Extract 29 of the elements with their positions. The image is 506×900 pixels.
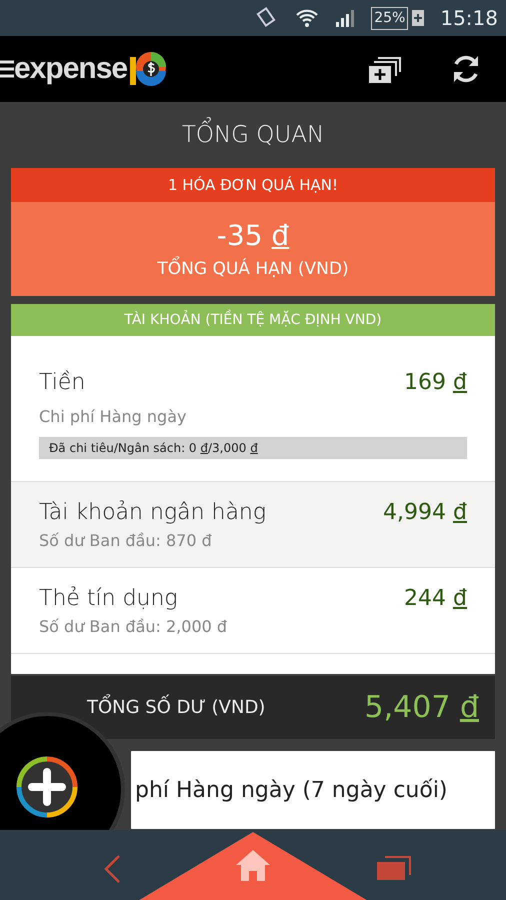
accounts-header: TÀI KHOẢN (TIỀN TỆ MẶC ĐỊNH VND) — [124, 310, 382, 330]
overdue-header: 1 HÓA ĐƠN QUÁ HẠN! — [168, 174, 338, 196]
account-subtitle: Chi phí Hàng ngày — [39, 406, 188, 428]
clock-time: 15:18 — [440, 5, 498, 32]
battery-level: 25% — [371, 6, 408, 30]
overdue-amount: -35 đ — [216, 218, 290, 254]
account-name: Tài khoản ngân hàng — [39, 499, 266, 527]
account-name: Tiền — [39, 369, 86, 397]
page-title: TỔNG QUAN — [182, 118, 324, 152]
charging-icon — [412, 10, 424, 26]
add-button-icon[interactable] — [16, 756, 78, 818]
wifi-icon — [295, 8, 320, 28]
account-name: Thẻ tín dụng — [39, 585, 178, 613]
account-amount: 169 đ — [404, 369, 467, 397]
total-amount: 5,407 đ — [364, 689, 479, 727]
logo-text: expense — [14, 52, 128, 86]
budget-text: Đã chi tiêu/Ngân sách: 0 đ/3,000 đ — [48, 441, 258, 455]
signal-icon — [335, 9, 356, 27]
account-subtitle: Số dư Ban đầu: 870 đ — [39, 530, 213, 552]
account-amount: 4,994 đ — [383, 499, 467, 527]
account-amount: 244 đ — [404, 585, 467, 613]
account-row[interactable]: Tài khoản ngân hàng 4,994 đ Số dư Ban đầu: 870 đ — [11, 482, 495, 568]
account-subtitle: Số dư Ban đầu: 2,000 đ — [39, 616, 228, 638]
menu-icon[interactable] — [0, 60, 14, 78]
total-label: TỔNG SỐ DƯ (VND) — [27, 694, 266, 721]
add-window-icon[interactable] — [368, 54, 402, 84]
expense-card-title: phí Hàng ngày (7 ngày cuối) — [135, 776, 448, 804]
expense-card[interactable]: phí Hàng ngày (7 ngày cuối) — [131, 751, 495, 829]
overdue-label: TỔNG QUÁ HẠN (VND) — [157, 257, 349, 283]
